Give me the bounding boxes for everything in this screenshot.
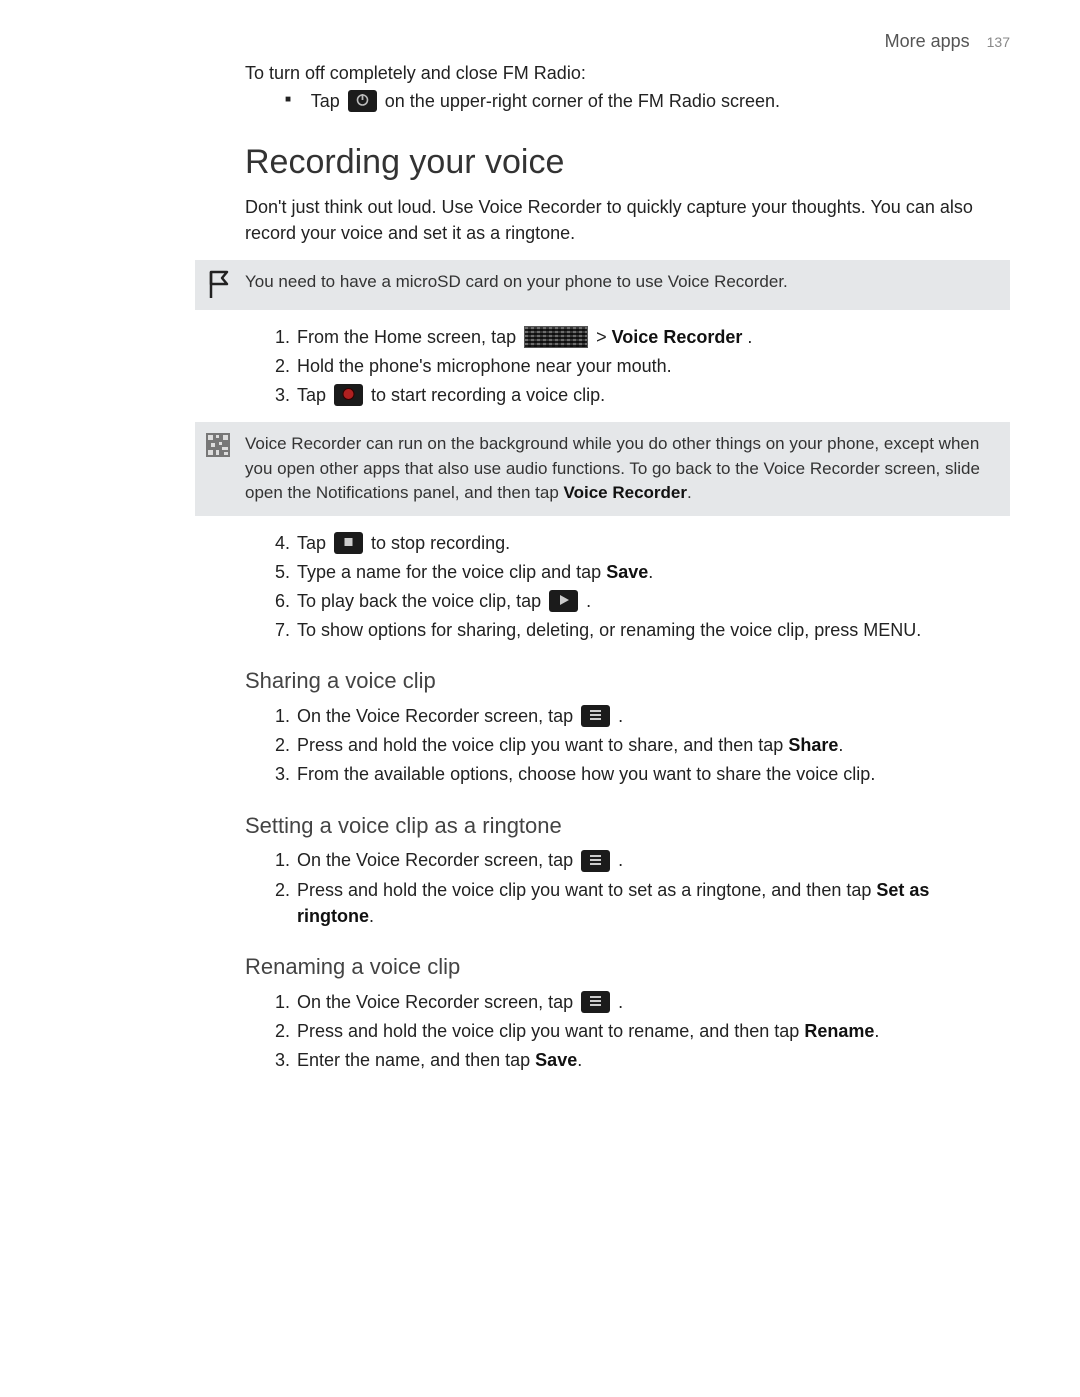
rename-steps: On the Voice Recorder screen, tap . Pres… [275,989,1010,1073]
share-steps: On the Voice Recorder screen, tap . Pres… [275,703,1010,787]
note-text: Voice Recorder can run on the background… [245,432,996,506]
list-item: Press and hold the voice clip you want t… [275,877,1010,929]
list-item: Press and hold the voice clip you want t… [275,1018,1010,1044]
list-item: To show options for sharing, deleting, o… [275,617,1010,643]
page-header: More apps 137 [70,28,1010,54]
stop-icon [334,532,363,554]
record-icon [334,384,363,406]
steps-list-2: Tap to stop recording. Type a name for t… [275,530,1010,643]
page-title: Recording your voice [245,138,1010,187]
section-heading: Sharing a voice clip [245,665,1010,697]
list-item: Tap to start recording a voice clip. [275,382,1010,408]
list-item: From the available options, choose how y… [275,761,1010,787]
section-title: More apps [885,31,970,51]
list-item: Hold the phone's microphone near your mo… [275,353,1010,379]
power-icon [348,90,377,112]
note-text: You need to have a microSD card on your … [245,270,996,295]
list-item: To play back the voice clip, tap . [275,588,1010,614]
list-icon [581,705,610,727]
list-item: Type a name for the voice clip and tap S… [275,559,1010,585]
fm-intro: To turn off completely and close FM Radi… [245,60,1010,86]
note-box: You need to have a microSD card on your … [195,260,1010,310]
fm-bullet-list: Tap on the upper-right corner of the FM … [285,88,1010,114]
list-item: On the Voice Recorder screen, tap . [275,703,1010,729]
info-icon [205,432,235,458]
section-heading: Setting a voice clip as a ringtone [245,810,1010,842]
section-heading: Renaming a voice clip [245,951,1010,983]
intro-text: Don't just think out loud. Use Voice Rec… [245,194,1010,246]
list-item: On the Voice Recorder screen, tap . [275,847,1010,873]
page-number: 137 [987,34,1010,50]
list-item: Press and hold the voice clip you want t… [275,732,1010,758]
ringtone-steps: On the Voice Recorder screen, tap . Pres… [275,847,1010,928]
content: To turn off completely and close FM Radi… [245,60,1010,1073]
list-item: From the Home screen, tap > Voice Record… [275,324,1010,350]
list-icon [581,850,610,872]
list-item: Tap to stop recording. [275,530,1010,556]
note-box: Voice Recorder can run on the background… [195,422,1010,516]
steps-list-1: From the Home screen, tap > Voice Record… [275,324,1010,408]
list-icon [581,991,610,1013]
page: More apps 137 To turn off completely and… [0,0,1080,1397]
list-item: Enter the name, and then tap Save. [275,1047,1010,1073]
list-item: On the Voice Recorder screen, tap . [275,989,1010,1015]
flag-icon [205,270,235,300]
list-item: Tap on the upper-right corner of the FM … [285,88,1010,114]
play-icon [549,590,578,612]
all-apps-icon [524,326,588,348]
